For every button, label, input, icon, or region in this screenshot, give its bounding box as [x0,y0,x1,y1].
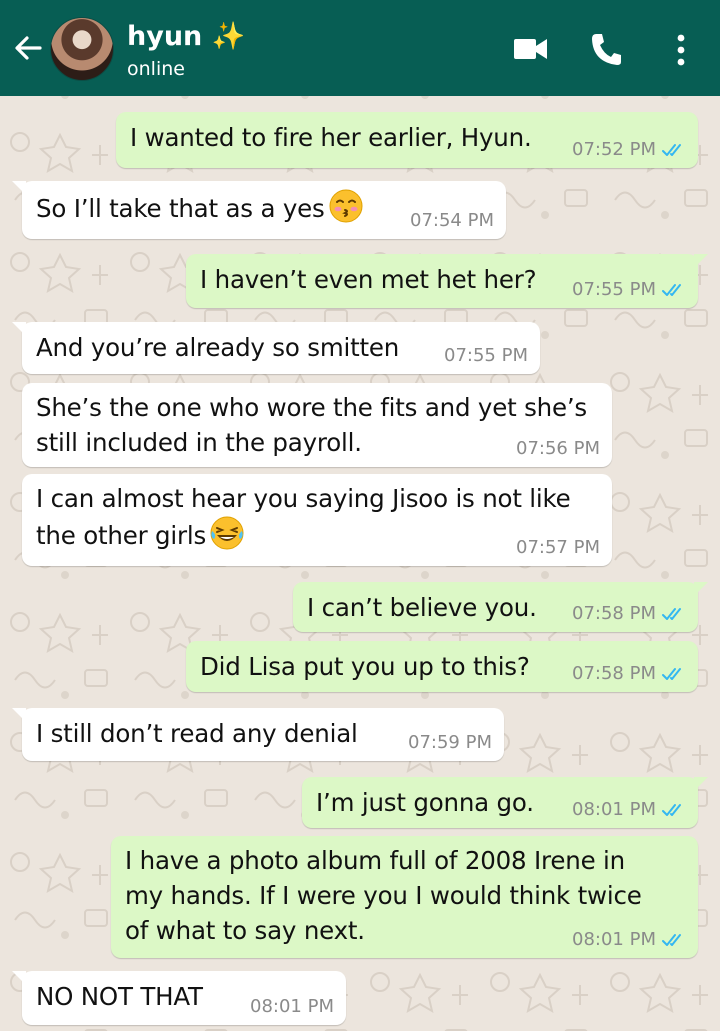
message-timestamp: 07:58 PM [572,663,656,684]
message-text: I haven’t even met het her? [200,265,537,294]
message-timestamp: 08:01 PM [572,799,656,820]
contact-avatar[interactable] [50,17,114,81]
message-text: She’s the one who wore the fits and yet … [36,393,587,457]
bubble-tail [694,777,708,791]
message-meta: 08:01 PM [250,996,334,1017]
bubble-tail [12,708,26,722]
message-timestamp: 08:01 PM [572,929,656,950]
message-meta: 07:52 PM [572,139,686,160]
message-meta: 07:56 PM [516,438,600,459]
message-meta: 08:01 PM [572,799,686,820]
message-meta: 07:57 PM [516,537,600,558]
message-text: NO NOT THAT [36,982,203,1011]
message-text: So I’ll take that as a yes [36,189,363,226]
incoming-message-bubble[interactable]: I still don’t read any denial 07:59 PM [12,708,504,761]
chat-header: hyun ✨ online [0,0,720,96]
video-call-icon[interactable] [513,36,549,62]
message-meta: 07:58 PM [572,663,686,684]
message-meta: 07:54 PM [410,210,494,231]
outgoing-message-bubble[interactable]: I wanted to fire her earlier, Hyun. 07:52… [116,112,698,168]
message-timestamp: 07:56 PM [516,438,600,459]
read-receipt-icon [662,143,681,156]
bubble-tail [12,971,26,985]
message-timestamp: 07:52 PM [572,139,656,160]
read-receipt-icon [662,607,681,620]
contact-name[interactable]: hyun ✨ [127,20,245,52]
outgoing-message-bubble[interactable]: I can’t believe you. 07:58 PM [293,582,708,632]
message-timestamp: 07:55 PM [572,279,656,300]
incoming-message-bubble[interactable]: NO NOT THAT 08:01 PM [12,971,346,1025]
message-text: I still don’t read any denial [36,719,358,748]
bubble-tail [12,322,26,336]
message-timestamp: 07:58 PM [572,603,656,624]
bubble-tail [694,582,708,596]
message-text: I can almost hear you saying Jisoo is no… [36,484,571,550]
read-receipt-icon [662,667,681,680]
contact-status: online [127,58,185,80]
incoming-message-bubble[interactable]: And you’re already so smitten 07:55 PM [12,322,540,374]
message-meta: 07:55 PM [572,279,686,300]
message-text: I can’t believe you. [307,593,537,622]
read-receipt-icon [662,803,681,816]
tears-of-joy-emoji [210,516,244,550]
message-meta: 07:59 PM [408,732,492,753]
message-timestamp: 07:55 PM [444,345,528,366]
outgoing-message-bubble[interactable]: I have a photo album full of 2008 Irene … [111,836,698,958]
bubble-tail [12,181,26,195]
message-timestamp: 07:59 PM [408,732,492,753]
message-meta: 07:58 PM [572,603,686,624]
message-timestamp: 07:54 PM [410,210,494,231]
back-arrow-icon[interactable] [10,30,46,66]
kissing-face-emoji [329,189,363,223]
message-text: I’m just gonna go. [316,788,534,817]
message-meta: 07:55 PM [444,345,528,366]
message-text: And you’re already so smitten [36,333,400,362]
incoming-message-bubble[interactable]: I can almost hear you saying Jisoo is no… [22,474,612,566]
incoming-message-bubble[interactable]: She’s the one who wore the fits and yet … [22,383,612,467]
outgoing-message-bubble[interactable]: I haven’t even met het her? 07:55 PM [186,254,708,308]
outgoing-message-bubble[interactable]: I’m just gonna go. 08:01 PM [302,777,708,828]
outgoing-message-bubble[interactable]: Did Lisa put you up to this? 07:58 PM [186,641,698,692]
read-receipt-icon [662,933,681,946]
read-receipt-icon [662,283,681,296]
message-text: I wanted to fire her earlier, Hyun. [130,123,532,152]
message-text: I have a photo album full of 2008 Irene … [125,846,642,945]
message-meta: 08:01 PM [572,929,686,950]
message-text: Did Lisa put you up to this? [200,652,530,681]
phone-call-icon[interactable] [590,32,622,66]
more-options-icon[interactable] [674,34,688,66]
message-timestamp: 07:57 PM [516,537,600,558]
message-timestamp: 08:01 PM [250,996,334,1017]
bubble-tail [694,254,708,268]
incoming-message-bubble[interactable]: So I’ll take that as a yes 07:54 PM [12,181,506,239]
